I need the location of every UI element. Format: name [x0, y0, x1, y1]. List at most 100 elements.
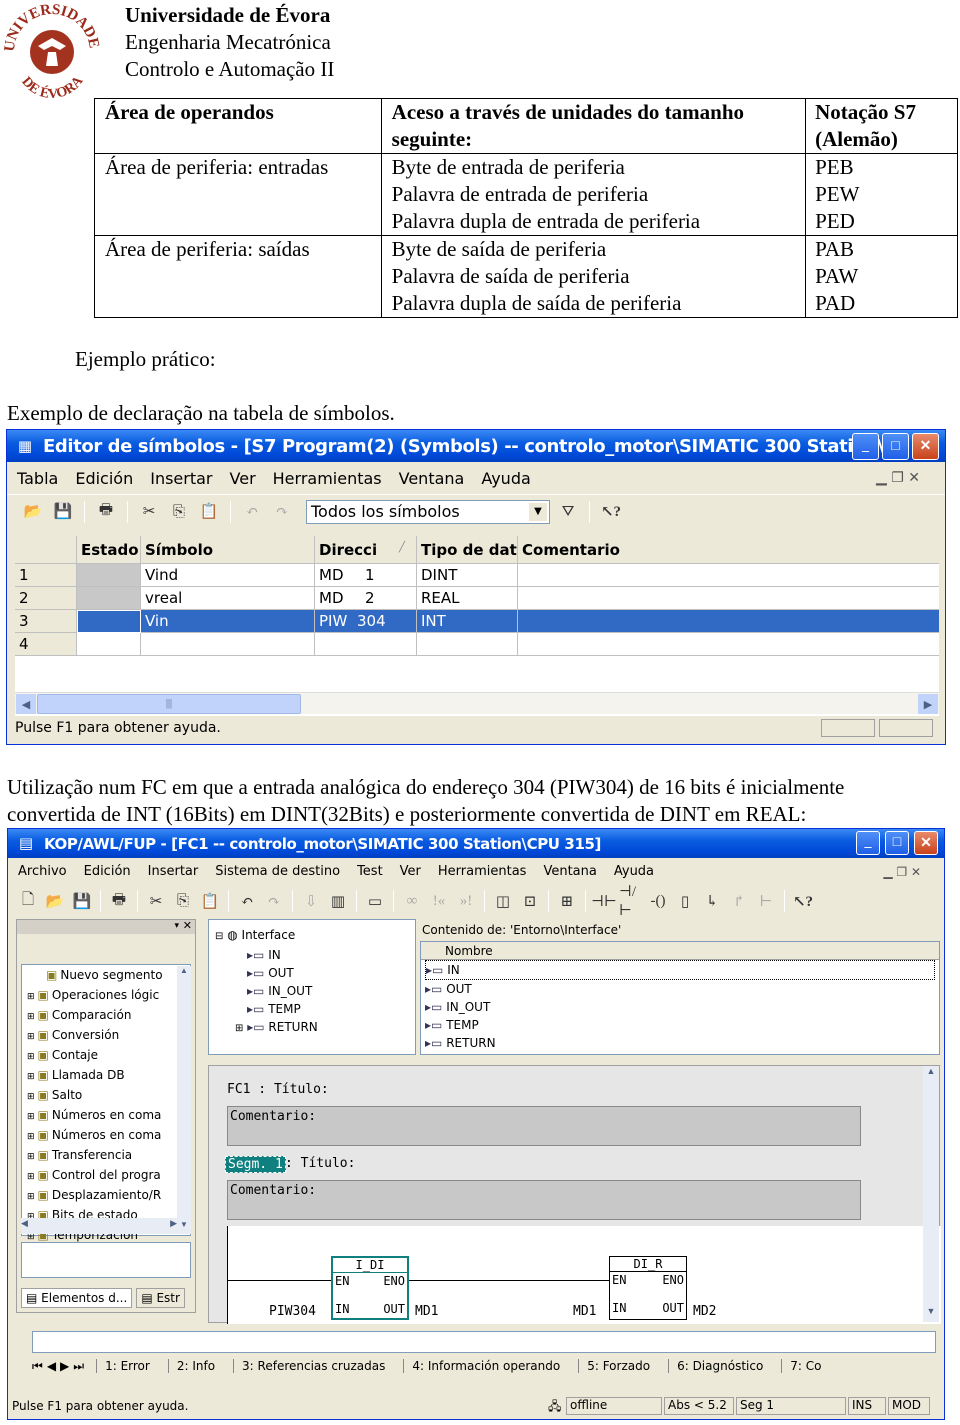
symbol-cell[interactable]	[141, 633, 315, 656]
scroll-right-icon[interactable]: ▶	[170, 1218, 177, 1229]
tab-7[interactable]: 7: Co	[781, 1359, 829, 1373]
overview-icon[interactable]: ◫	[491, 890, 515, 912]
type-cell[interactable]: INT	[417, 610, 518, 633]
list-item[interactable]: ▸▭ IN	[425, 960, 935, 980]
operand-in2[interactable]: MD1	[573, 1304, 596, 1319]
help-icon[interactable]: ↖?	[599, 501, 623, 523]
glasses-icon[interactable]: ∞	[400, 890, 424, 912]
tab-diagnostics[interactable]: 6: Diagnóstico	[668, 1359, 781, 1373]
address-cell[interactable]: PIW 304	[315, 610, 417, 633]
column-header[interactable]: Tipo de dat	[417, 536, 518, 564]
symbol-cell[interactable]: Vind	[141, 564, 315, 587]
catalog-scrollbar[interactable]: ▲ ▼	[177, 966, 191, 1234]
list-item[interactable]: ▸▭ TEMP	[425, 1016, 939, 1034]
horizontal-scrollbar[interactable]: ◀ ||| ▶	[15, 692, 939, 714]
row-number[interactable]: 2	[15, 587, 77, 610]
expand-icon[interactable]: ⊞	[27, 1112, 35, 1122]
tab-structure[interactable]: ▤ Estr	[136, 1288, 185, 1308]
menu-item[interactable]: Tabla	[17, 469, 58, 488]
menu-item[interactable]: Ayuda	[614, 864, 654, 879]
comment-cell[interactable]	[518, 587, 939, 610]
paste-icon[interactable]: 📋	[197, 501, 221, 523]
code-scrollbar[interactable]: ▲ ▼	[923, 1066, 939, 1322]
tab-cross-references[interactable]: 3: Referencias cruzadas	[233, 1359, 403, 1373]
chevron-down-icon[interactable]: ▼	[529, 502, 547, 521]
tab-info[interactable]: 2: Info	[167, 1359, 233, 1373]
close-button[interactable]: ✕	[912, 433, 939, 460]
box-icon[interactable]: ▯	[673, 890, 697, 912]
catalog-item[interactable]: ⊞ ▣ Comparación	[27, 1006, 177, 1026]
undo-icon[interactable]: ↶	[240, 501, 264, 523]
menu-item[interactable]: Ver	[230, 469, 256, 488]
expand-icon[interactable]: ⊞	[27, 1192, 35, 1202]
maximize-button[interactable]: □	[885, 831, 909, 855]
help-icon[interactable]: ↖?	[791, 890, 815, 912]
scroll-thumb[interactable]: |||	[37, 694, 301, 714]
operand-out2[interactable]: MD2	[693, 1304, 716, 1319]
cut-icon[interactable]: ✂	[137, 501, 161, 523]
function-block-di-r[interactable]: DI_R EN ENO IN OUT	[609, 1256, 687, 1320]
catalog-item[interactable]: ⊞ ▣ Desplazamiento/R	[27, 1186, 177, 1206]
mdi-controls[interactable]: ▁ ❐ ✕	[883, 865, 921, 879]
block-comment[interactable]: Comentario:	[227, 1106, 861, 1146]
segment-label[interactable]: Segm. 1	[225, 1156, 286, 1173]
tree-item[interactable]: ▸▭ TEMP	[215, 1000, 318, 1018]
minimize-button[interactable]: _	[856, 831, 880, 855]
symbol-cell[interactable]: Vin	[141, 610, 315, 633]
comment-cell[interactable]	[518, 610, 939, 633]
maximize-button[interactable]: □	[882, 433, 909, 460]
type-cell[interactable]: DINT	[417, 564, 518, 587]
print-icon[interactable]: 🖶	[107, 890, 131, 912]
list-item[interactable]: ▸▭ IN_OUT	[425, 998, 939, 1016]
expand-icon[interactable]: ⊞	[27, 1052, 35, 1062]
scroll-up-icon[interactable]: ▲	[177, 966, 191, 980]
window-icon[interactable]: ▭	[363, 890, 387, 912]
next-tab-icon[interactable]: ▶	[60, 1359, 69, 1373]
last-tab-icon[interactable]: ⏭	[73, 1359, 84, 1374]
menu-item[interactable]: Ver	[400, 864, 421, 879]
expand-icon[interactable]: ⊞	[27, 1032, 35, 1042]
open-icon[interactable]: 📂	[43, 890, 67, 912]
scroll-down-icon[interactable]: ▼	[177, 1220, 191, 1234]
catalog-item[interactable]: ⊞ ▣ Contaje	[27, 1046, 177, 1066]
catalog-item[interactable]: ⊞ ▣ Operaciones lógic	[27, 986, 177, 1006]
expand-icon[interactable]: ⊞	[27, 1012, 35, 1022]
tab-forcing[interactable]: 5: Forzado	[578, 1359, 668, 1373]
menu-item[interactable]: Ayuda	[481, 469, 530, 488]
monitor-icon[interactable]: ▥	[326, 890, 350, 912]
panel-menu-icon[interactable]: ▾	[174, 920, 179, 931]
menu-item[interactable]: Ventana	[399, 469, 465, 488]
row-number[interactable]: 1	[15, 564, 77, 587]
branch-icon[interactable]: ⊢	[754, 890, 778, 912]
menu-item[interactable]: Herramientas	[273, 469, 382, 488]
expand-icon[interactable]: ⊞	[27, 1152, 35, 1162]
scroll-right-icon[interactable]: ▶	[918, 694, 938, 714]
collapse-icon[interactable]: ⊟	[215, 931, 223, 942]
expand-icon[interactable]: ⊞	[27, 1092, 35, 1102]
tab-error[interactable]: 1: Error	[96, 1359, 168, 1373]
operand-out1[interactable]: MD1	[415, 1304, 438, 1319]
paste-icon[interactable]: 📋	[198, 890, 222, 912]
row-number[interactable]: 3	[15, 610, 77, 633]
tree-item[interactable]: ▸▭ IN_OUT	[215, 982, 318, 1000]
save-icon[interactable]: 💾	[51, 501, 75, 523]
contact-no-icon[interactable]: ⊣⊢	[591, 890, 617, 912]
contents-header[interactable]: Nombre	[421, 942, 939, 960]
branch-open-icon[interactable]: ↳	[700, 890, 724, 912]
close-button[interactable]: ✕	[914, 831, 938, 855]
row-number[interactable]: 4	[15, 633, 77, 656]
catalog-item[interactable]: ⊞ ▣ Llamada DB	[27, 1066, 177, 1086]
menu-item[interactable]: Ventana	[543, 864, 596, 879]
mdi-controls[interactable]: ▁ ❐ ✕	[876, 470, 920, 486]
branch-close-icon[interactable]: ↱	[727, 890, 751, 912]
address-cell[interactable]: MD 2	[315, 587, 417, 610]
coil-icon[interactable]: -()	[646, 890, 670, 912]
expand-icon[interactable]: ⊞	[27, 1072, 35, 1082]
copy-icon[interactable]: ⎘	[171, 890, 195, 912]
catalog-item[interactable]: ⊞ ▣ Números en coma	[27, 1106, 177, 1126]
list-item[interactable]: ▸▭ OUT	[425, 980, 939, 998]
menu-item[interactable]: Edición	[84, 864, 131, 879]
menu-item[interactable]: Herramientas	[438, 864, 527, 879]
prev-segment-icon[interactable]: !«	[427, 890, 451, 912]
save-icon[interactable]: 💾	[70, 890, 94, 912]
